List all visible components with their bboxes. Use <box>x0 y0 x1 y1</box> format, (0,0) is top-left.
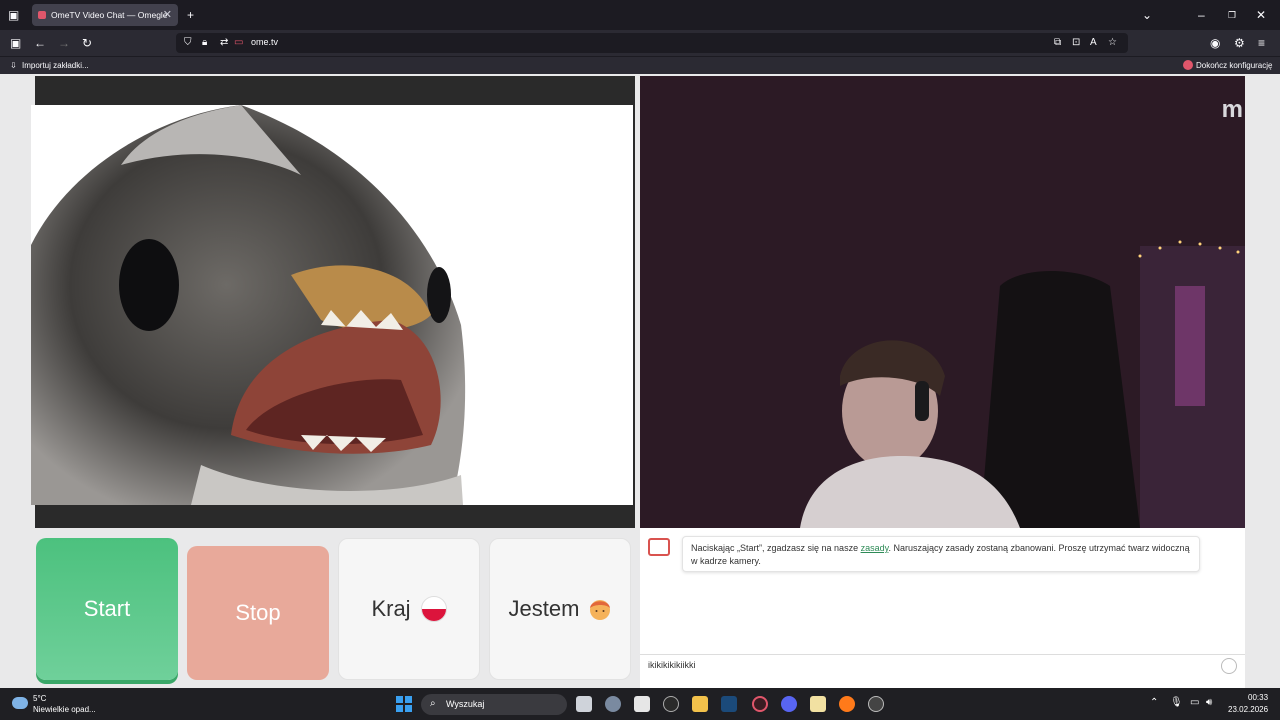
weather-temp[interactable]: 5°C <box>33 694 46 703</box>
search-icon: ⌕ <box>430 698 436 709</box>
taskbar: 5°C Niewielkie opad... ⌕ Wyszukaj ⌃ 🎙︎ ▭… <box>0 688 1280 720</box>
country-button[interactable]: Kraj <box>338 538 480 680</box>
file-explorer-icon[interactable] <box>692 696 708 712</box>
clock-time[interactable]: 00:33 <box>1248 693 1268 702</box>
back-icon[interactable]: ← <box>34 37 46 49</box>
extensions-icon[interactable]: ⚙ <box>1234 37 1245 49</box>
new-tab-icon[interactable]: + <box>187 9 194 21</box>
maximize-icon[interactable]: ❐ <box>1228 9 1236 21</box>
steam-icon[interactable] <box>721 696 737 712</box>
reload-icon[interactable]: ↻ <box>82 37 92 49</box>
firefox-icon[interactable] <box>839 696 855 712</box>
forward-icon[interactable]: → <box>58 37 70 49</box>
gender-label: Jestem <box>508 596 580 621</box>
bookmarks-bar: ⇩ Importuj zakładki... Dokończ konfigura… <box>0 56 1280 74</box>
menu-icon[interactable]: ≡ <box>1258 37 1265 49</box>
tab-bar: ▣ OmeTV Video Chat — Omegle ✕ + ⌄ – ❐ ✕ <box>0 0 1280 30</box>
stop-button[interactable]: Stop <box>187 546 329 680</box>
tab-title: OmeTV Video Chat — Omegle <box>51 10 168 20</box>
task-view-icon[interactable] <box>576 696 592 712</box>
network-icon[interactable]: ▭ <box>1190 697 1199 708</box>
start-button[interactable]: Start <box>36 538 178 680</box>
rules-link[interactable]: zasady <box>861 543 889 553</box>
tray-chevron-icon[interactable]: ⌃ <box>1150 697 1158 708</box>
tab-ometv[interactable]: OmeTV Video Chat — Omegle ✕ <box>32 4 178 26</box>
search-placeholder: Wyszukaj <box>446 699 485 709</box>
bookmark-star-icon[interactable]: ☆ <box>1108 37 1117 49</box>
ometv-tv-icon <box>648 538 670 556</box>
chevron-down-icon[interactable]: ⌄ <box>1142 9 1152 21</box>
country-label: Kraj <box>371 596 411 621</box>
import-bookmarks-icon: ⇩ <box>10 61 17 70</box>
clock-date[interactable]: 23.02.2026 <box>1228 705 1268 714</box>
ometv-page: m Start Stop Kraj Jestem Naciskając „Sta… <box>0 74 1280 688</box>
capcut-icon[interactable] <box>663 696 679 712</box>
tab-close-icon[interactable]: ✕ <box>163 8 172 21</box>
windows-start-icon[interactable] <box>396 696 412 712</box>
microphone-icon[interactable]: 🎙︎ <box>1170 697 1183 708</box>
volume-icon[interactable]: 🔊︎ <box>1206 697 1212 708</box>
poland-flag-icon <box>420 596 447 622</box>
opera-icon[interactable] <box>752 696 768 712</box>
finish-setup-link[interactable]: Dokończ konfigurację <box>1196 61 1272 70</box>
system-message-prefix: Naciskając „Start”, zgadzasz się na nasz… <box>691 543 861 553</box>
screenshot-icon[interactable]: ⊡ <box>1072 37 1080 49</box>
system-message: Naciskając „Start”, zgadzasz się na nasz… <box>682 536 1200 572</box>
ometv-favicon-icon <box>38 11 46 19</box>
sidebar-icon[interactable]: ▣ <box>10 37 21 49</box>
shield-icon[interactable]: ⛉ <box>184 37 192 49</box>
import-bookmarks-link[interactable]: Importuj zakładki... <box>22 61 89 70</box>
chat-input[interactable]: ikikikikikiikki <box>640 654 1245 676</box>
boy-face-icon <box>589 597 611 621</box>
translate-icon[interactable]: A <box>1090 37 1097 49</box>
ometv-watermark-logo: m <box>1221 96 1243 123</box>
settings-icon[interactable] <box>605 696 621 712</box>
lock-icon[interactable]: 🔒︎ <box>202 37 207 49</box>
permissions-icon[interactable]: ⇄ <box>220 37 228 49</box>
remote-video-scene <box>640 76 1245 528</box>
url-bar[interactable]: ⛉ 🔒︎ ⇄ ▭ ome.tv ⧉ ⊡ A ☆ <box>176 33 1128 53</box>
fish-illustration <box>31 105 466 505</box>
remote-video: m <box>640 76 1245 528</box>
account-icon[interactable]: ◉ <box>1210 37 1220 49</box>
chatgpt-icon[interactable] <box>868 696 884 712</box>
gender-button[interactable]: Jestem <box>489 538 631 680</box>
notepad-icon[interactable] <box>810 696 826 712</box>
tab-list-icon[interactable]: ▣ <box>8 9 19 21</box>
local-video-image <box>31 105 633 505</box>
pip-icon[interactable]: ⧉ <box>1054 37 1061 49</box>
url-text[interactable]: ome.tv <box>251 37 278 47</box>
discord-icon[interactable] <box>781 696 797 712</box>
firefox-setup-icon <box>1183 60 1193 70</box>
minimize-icon[interactable]: – <box>1198 9 1205 21</box>
weather-desc[interactable]: Niewielkie opad... <box>33 705 96 714</box>
nav-bar: ▣ ← → ↻ ⛉ 🔒︎ ⇄ ▭ ome.tv ⧉ ⊡ A ☆ ◉ ⚙ ≡ <box>0 30 1280 56</box>
chat-panel: Naciskając „Start”, zgadzasz się na nasz… <box>640 528 1245 688</box>
emoji-picker-icon[interactable] <box>1221 658 1237 674</box>
chat-input-value: ikikikikikiikki <box>648 660 696 670</box>
taskbar-search[interactable]: ⌕ Wyszukaj <box>421 694 567 715</box>
weather-icon[interactable] <box>12 697 28 709</box>
camera-sharing-icon[interactable]: ▭ <box>234 37 243 49</box>
store-icon[interactable] <box>634 696 650 712</box>
window-close-icon[interactable]: ✕ <box>1256 9 1266 21</box>
